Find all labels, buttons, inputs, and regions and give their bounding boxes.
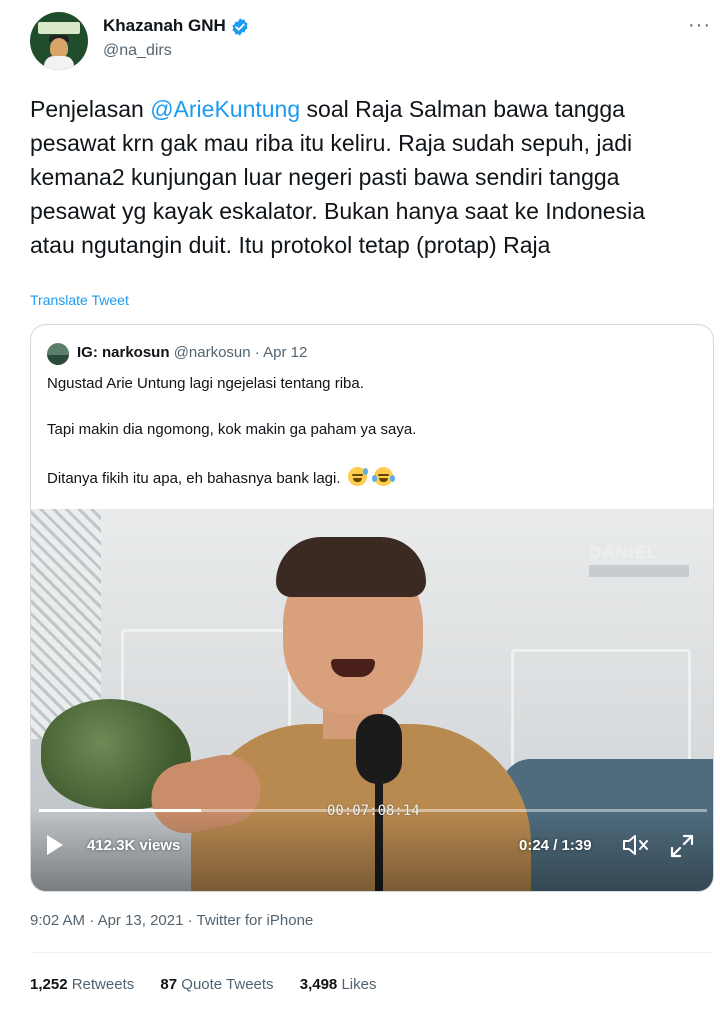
- more-options-icon[interactable]: ···: [688, 14, 711, 37]
- volume-icon[interactable]: [621, 833, 651, 857]
- tweet-text-start: Penjelasan: [30, 96, 151, 122]
- author-handle[interactable]: @na_dirs: [103, 42, 172, 60]
- meta-separator: ·: [187, 912, 193, 929]
- tweet-text: Penjelasan @ArieKuntung soal Raja Salman…: [30, 92, 690, 262]
- meta-separator: ·: [89, 912, 95, 929]
- likes-stat[interactable]: 3,498 Likes: [300, 976, 377, 993]
- divider: [30, 952, 714, 953]
- crying-laughing-emoji-icon: [371, 467, 395, 486]
- author-display-name[interactable]: Khazanah GNH: [103, 16, 226, 36]
- quote-author-name: IG: narkosun: [77, 344, 170, 361]
- retweets-label: Retweets: [71, 976, 135, 993]
- tweet-source[interactable]: Twitter for iPhone: [197, 912, 314, 929]
- tweet-time[interactable]: 9:02 AM: [30, 912, 85, 929]
- quote-separator: ·: [254, 344, 260, 361]
- quote-tweets-label: Quote Tweets: [181, 976, 274, 993]
- verified-badge-icon: [232, 18, 248, 36]
- video-watermark-bar: [589, 565, 689, 577]
- video-player[interactable]: DANIEL 00:07:08:14 412.3K views 0:24 / 1…: [31, 509, 713, 891]
- quote-line-3-row: Ditanya fikih itu apa, eh bahasnya bank …: [47, 467, 395, 487]
- avatar-body: [44, 56, 74, 70]
- quote-header: IG: narkosun @narkosun · Apr 12: [77, 344, 307, 361]
- tweet-meta: 9:02 AM · Apr 13, 2021 · Twitter for iPh…: [30, 912, 313, 929]
- video-watermark: DANIEL: [589, 543, 659, 562]
- mention-link[interactable]: @ArieKuntung: [150, 96, 300, 122]
- retweets-count: 1,252: [30, 976, 68, 993]
- quote-line-3: Ditanya fikih itu apa, eh bahasnya bank …: [47, 470, 341, 487]
- video-views-count: 412.3K views: [87, 837, 181, 854]
- video-time-display: 0:24 / 1:39: [519, 837, 592, 854]
- sweat-smile-emoji-icon: [347, 467, 368, 486]
- tweet-date[interactable]: Apr 13, 2021: [98, 912, 184, 929]
- quote-author-handle: @narkosun: [173, 344, 251, 361]
- quoted-tweet-card[interactable]: IG: narkosun @narkosun · Apr 12 Ngustad …: [30, 324, 714, 892]
- quote-line-1: Ngustad Arie Untung lagi ngejelasi tenta…: [47, 375, 364, 392]
- retweets-stat[interactable]: 1,252 Retweets: [30, 976, 134, 993]
- avatar[interactable]: [30, 12, 88, 70]
- tweet: Khazanah GNH @na_dirs ··· Penjelasan @Ar…: [0, 0, 720, 1016]
- video-burned-timecode: 00:07:08:14: [327, 803, 420, 819]
- quote-avatar: [47, 343, 69, 365]
- likes-count: 3,498: [299, 976, 338, 993]
- tweet-stats: 1,252 Retweets 87 Quote Tweets 3,498 Lik…: [30, 976, 398, 993]
- translate-tweet-link[interactable]: Translate Tweet: [30, 292, 129, 308]
- avatar-banner: [38, 22, 80, 34]
- quote-date: Apr 12: [263, 344, 308, 361]
- quote-line-2: Tapi makin dia ngomong, kok makin ga pah…: [47, 421, 417, 438]
- likes-label: Likes: [341, 976, 377, 993]
- video-speaker-hair: [276, 537, 426, 597]
- video-microphone: [356, 714, 402, 784]
- avatar-face: [50, 38, 68, 58]
- fullscreen-icon[interactable]: [669, 833, 695, 859]
- video-progress-fill: [39, 809, 201, 812]
- video-speaker-mouth: [331, 659, 375, 677]
- quote-tweets-count: 87: [160, 976, 178, 993]
- play-icon[interactable]: [47, 835, 63, 855]
- quote-tweets-stat[interactable]: 87 Quote Tweets: [160, 976, 273, 993]
